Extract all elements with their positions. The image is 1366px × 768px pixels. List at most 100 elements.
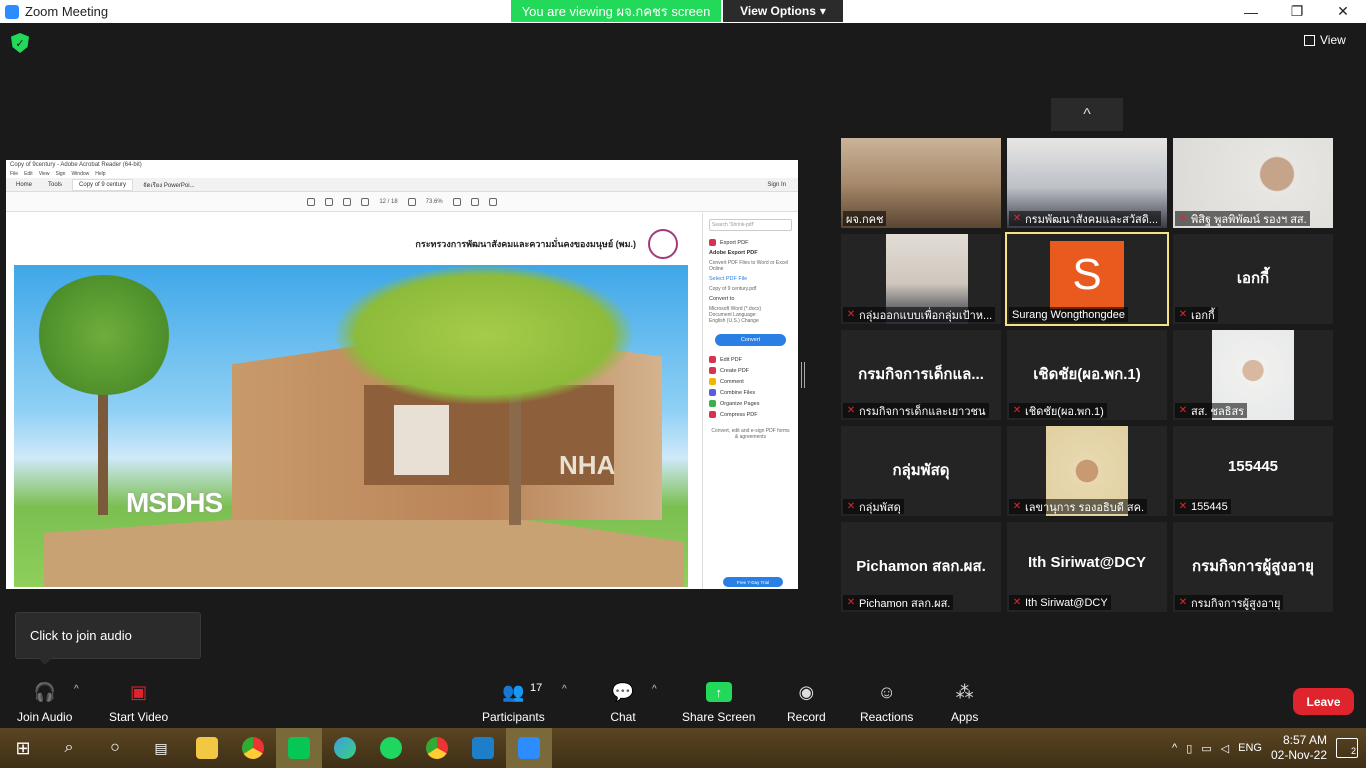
network-icon[interactable]: ▭ xyxy=(1201,742,1211,755)
page-indicator: 12 / 18 xyxy=(379,198,398,205)
participant-display-name: กรมกิจการผู้สูงอายุ xyxy=(1192,558,1314,575)
webex-button[interactable] xyxy=(460,728,506,768)
system-tray: ^ ▯ ▭ ◁ ENG 8:57 AM 02-Nov-22 2 xyxy=(1172,728,1366,768)
participant-tile[interactable]: ✕ สส. ชลธิสร xyxy=(1173,330,1333,420)
apps-button[interactable]: ⁂ Apps xyxy=(951,680,978,725)
tool-create-pdf: Create PDF xyxy=(709,367,792,374)
share-screen-button[interactable]: ↑ Share Screen xyxy=(682,680,755,724)
acrobat-tab-powerpoint: จัดเรียง PowerPoi... xyxy=(143,182,195,189)
search-button[interactable]: ⌕ xyxy=(46,728,92,768)
participant-name: เชิดชัย(ผอ.พก.1) xyxy=(1025,405,1104,418)
clock-time: 8:57 AM xyxy=(1282,733,1327,747)
chrome-button-2[interactable] xyxy=(414,728,460,768)
start-button[interactable]: ⊞ xyxy=(0,728,46,768)
chrome-button[interactable] xyxy=(230,728,276,768)
chat-options-caret[interactable]: ^ xyxy=(652,684,657,695)
tool-label: Combine Files xyxy=(720,389,756,396)
join-audio-button[interactable]: 🎧 Join Audio xyxy=(17,680,72,725)
participant-name-caption: Surang Wongthongdee xyxy=(1009,307,1128,322)
participant-tile[interactable]: เชิดชัย(ผอ.พก.1) ✕ เชิดชัย(ผอ.พก.1) xyxy=(1007,330,1167,420)
tool-organize: Organize Pages xyxy=(709,400,792,407)
participant-tile[interactable]: 155445 ✕ 155445 xyxy=(1173,426,1333,516)
participant-tile[interactable]: ✕ เลขานุการ รองอธิบดี สค. xyxy=(1007,426,1167,516)
participants-options-caret[interactable]: ^ xyxy=(562,684,567,695)
acrobat-toolbar: 12 / 18 73.6% xyxy=(6,192,798,212)
webex-icon xyxy=(472,737,494,759)
participant-tile[interactable]: ผจ.กคช xyxy=(841,138,1001,228)
clock-date: 02-Nov-22 xyxy=(1270,748,1327,762)
participant-tile[interactable]: Pichamon สลก.ผส. ✕ Pichamon สลก.ผส. xyxy=(841,522,1001,612)
acrobat-title: Copy of 9century - Adobe Acrobat Reader … xyxy=(6,160,798,170)
participant-name: กรมกิจการเด็กและเยาวชน xyxy=(859,405,986,418)
adobe-export-title: Adobe Export PDF xyxy=(709,250,758,256)
participant-name-caption: ✕ พิสิฐ พูลพิพัฒน์ รองฯ สส. xyxy=(1175,211,1310,226)
tree-right xyxy=(334,265,634,405)
split-view-handle[interactable] xyxy=(801,362,805,388)
gallery-scroll-up-button[interactable]: ^ xyxy=(1051,98,1123,131)
participant-name: กรมพัฒนาสังคมและสวัสดิ... xyxy=(1025,213,1159,226)
participant-tile-active-speaker[interactable]: S Surang Wongthongdee xyxy=(1005,232,1169,326)
participant-tile[interactable]: ✕ กรมพัฒนาสังคมและสวัสดิ... xyxy=(1007,138,1167,228)
participants-label: Participants xyxy=(482,710,545,724)
select-file-link: Select PDF File xyxy=(709,276,748,282)
participant-name-caption: ✕ กรมกิจการผู้สูงอายุ xyxy=(1175,595,1284,610)
menu-edit: Edit xyxy=(24,171,33,177)
hand-tool-icon xyxy=(407,197,416,206)
participant-tile[interactable]: กลุ่มพัสดุ ✕ กลุ่มพัสดุ xyxy=(841,426,1001,516)
audio-options-caret[interactable]: ^ xyxy=(74,684,79,695)
acrobat-menu: File Edit View Sign Window Help xyxy=(6,170,798,178)
acrobat-tab-tools: Tools xyxy=(48,181,63,188)
cortana-button[interactable]: ○ xyxy=(92,728,138,768)
acrobat-side-panel: Search 'Shrink-pdf' Export PDF Adobe Exp… xyxy=(702,213,798,589)
participant-tile[interactable]: ✕ พิสิฐ พูลพิพัฒน์ รองฯ สส. xyxy=(1173,138,1333,228)
record-button[interactable]: ◉ Record xyxy=(787,680,826,725)
acrobat-tab-home: Home xyxy=(16,181,33,188)
file-explorer-button[interactable] xyxy=(184,728,230,768)
edge-button[interactable] xyxy=(322,728,368,768)
input-language[interactable]: ENG xyxy=(1238,742,1262,754)
participant-tile[interactable]: เอกกี้ ✕ เอกกี้ xyxy=(1173,234,1333,324)
notifications-icon[interactable]: 2 xyxy=(1336,738,1358,758)
participant-tile[interactable]: ✕ กลุ่มออกแบบเพื่อกลุ่มเป้าห... xyxy=(841,234,1001,324)
volume-muted-icon[interactable]: ◁ xyxy=(1221,742,1229,755)
tool-edit-pdf: Edit PDF xyxy=(709,356,792,363)
phone-icon[interactable]: ▯ xyxy=(1186,742,1192,755)
task-view-button[interactable]: ▤ xyxy=(138,728,184,768)
minimize-button[interactable]: — xyxy=(1228,0,1274,23)
meeting-toolbar: 🎧 Join Audio ^ ▣ Start Video 👥 Participa… xyxy=(0,670,1366,728)
spotify-button[interactable] xyxy=(368,728,414,768)
participant-name: กลุ่มออกแบบเพื่อกลุ่มเป้าห... xyxy=(859,309,993,322)
tree-trunk xyxy=(98,375,108,515)
pen-icon xyxy=(470,197,479,206)
participants-icon: 👥 xyxy=(502,681,525,702)
security-shield-icon[interactable]: ✓ xyxy=(11,33,29,53)
participant-name: Pichamon สลก.ผส. xyxy=(859,597,951,610)
line-app-button[interactable] xyxy=(276,728,322,768)
chat-bubble-icon: 💬 xyxy=(611,681,635,702)
join-audio-tooltip[interactable]: Click to join audio xyxy=(15,612,201,665)
tool-label: Comment xyxy=(720,378,744,385)
doc-header: กระทรวงการพัฒนาสังคมและความมั่นคงของมนุษ… xyxy=(415,239,636,249)
participant-tile[interactable]: กรมกิจการผู้สูงอายุ ✕ กรมกิจการผู้สูงอายุ xyxy=(1173,522,1333,612)
chat-button[interactable]: 💬 Chat xyxy=(610,680,636,725)
participant-name: กลุ่มพัสดุ xyxy=(859,501,901,514)
reactions-button[interactable]: ☺ Reactions xyxy=(860,680,913,725)
participant-tile[interactable]: Ith Siriwat@DCY ✕ Ith Siriwat@DCY xyxy=(1007,522,1167,612)
shared-screen[interactable]: Copy of 9century - Adobe Acrobat Reader … xyxy=(6,160,798,589)
leave-button[interactable]: Leave xyxy=(1293,688,1354,715)
compress-icon xyxy=(709,411,716,418)
view-button[interactable]: View xyxy=(1304,33,1346,47)
start-video-button[interactable]: ▣ Start Video xyxy=(109,680,168,725)
close-button[interactable]: ✕ xyxy=(1320,0,1366,23)
view-options-label: View Options xyxy=(740,4,816,18)
clock[interactable]: 8:57 AM 02-Nov-22 xyxy=(1271,733,1327,763)
maximize-button[interactable]: ❐ xyxy=(1274,0,1320,23)
participant-avatar: S xyxy=(1050,241,1124,309)
tray-expand-icon[interactable]: ^ xyxy=(1172,742,1177,754)
zoom-taskbar-button[interactable] xyxy=(506,728,552,768)
view-options-button[interactable]: View Options ▾ xyxy=(723,0,843,22)
participant-tile[interactable]: กรมกิจการเด็กแล... ✕ กรมกิจการเด็กและเยาว… xyxy=(841,330,1001,420)
delete-icon xyxy=(488,197,497,206)
zoom-level: 73.6% xyxy=(425,198,443,205)
share-screen-label: Share Screen xyxy=(682,710,756,724)
